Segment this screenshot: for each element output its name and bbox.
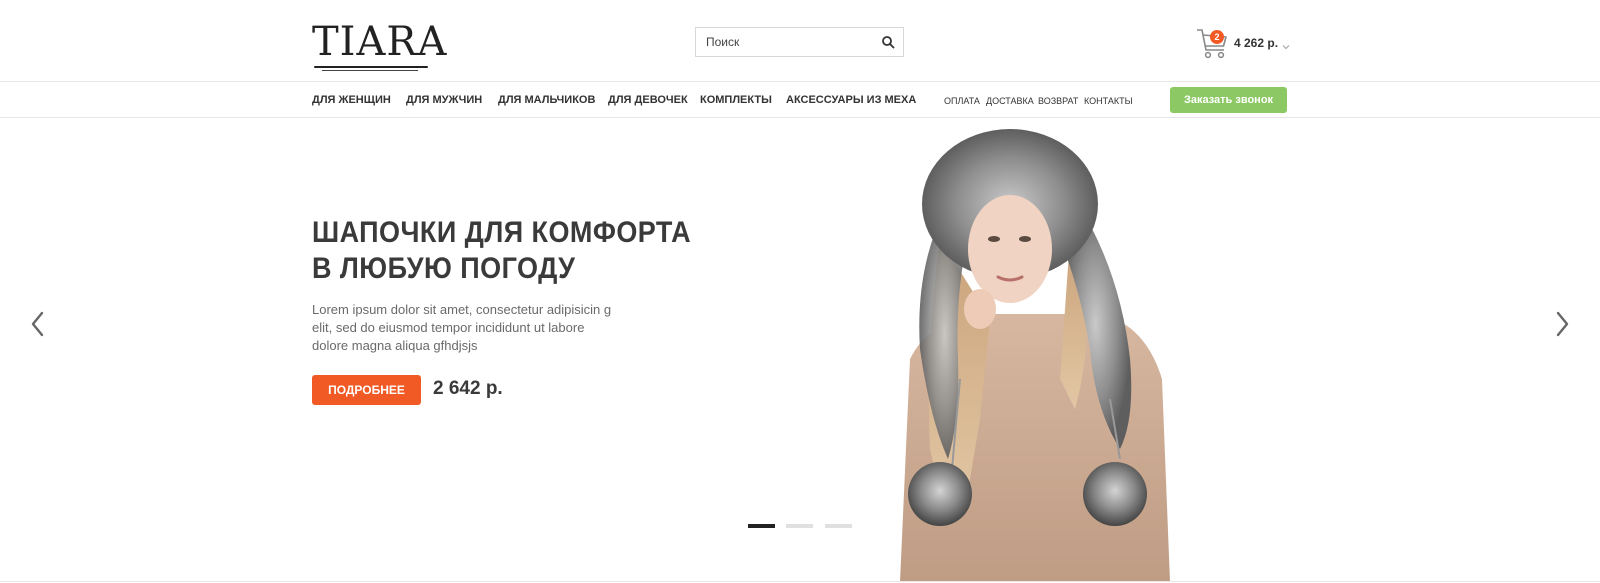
cart-button[interactable]: 2 4 262 р. [1196, 26, 1290, 60]
hero-image [870, 119, 1230, 582]
nav-item-women[interactable]: ДЛЯ ЖЕНЩИН [312, 94, 391, 106]
nav-item-girls[interactable]: ДЛЯ ДЕВОЧЕК [608, 94, 688, 106]
nav-link-payment[interactable]: ОПЛАТА [944, 96, 980, 106]
nav-link-contacts[interactable]: КОНТАКТЫ [1084, 96, 1133, 106]
slide-title: ШАПОЧКИ ДЛЯ КОМФОРТА В ЛЮБУЮ ПОГОДУ [312, 215, 691, 287]
slider-dot[interactable] [825, 524, 852, 528]
search-input[interactable] [696, 28, 866, 56]
slide-description: Lorem ipsum dolor sit amet, consectetur … [312, 302, 612, 353]
site-header: TIARA 2 4 262 р. [0, 0, 1600, 82]
callback-button[interactable]: Заказать звонок [1170, 87, 1287, 113]
divider [0, 581, 1600, 582]
cart-total: 4 262 р. [1234, 36, 1279, 50]
nav-item-boys[interactable]: ДЛЯ МАЛЬЧИКОВ [498, 94, 595, 106]
cart-count-badge: 2 [1210, 30, 1224, 44]
hero-slider: ШАПОЧКИ ДЛЯ КОМФОРТА В ЛЮБУЮ ПОГОДУ Lore… [0, 119, 1600, 582]
nav-item-sets[interactable]: КОМПЛЕКТЫ [700, 94, 772, 106]
slider-dot[interactable] [748, 524, 775, 528]
logo-underline [314, 66, 428, 68]
nav-link-returns[interactable]: ВОЗВРАТ [1038, 96, 1078, 106]
search-icon[interactable] [881, 35, 895, 49]
slide-title-line-1: ШАПОЧКИ ДЛЯ КОМФОРТА [312, 216, 692, 249]
logo-underline-thin [322, 70, 418, 71]
slide-title-line-2: В ЛЮБУЮ ПОГОДУ [312, 252, 576, 285]
search-box [695, 27, 904, 57]
slider-dot[interactable] [786, 524, 813, 528]
more-button[interactable]: ПОДРОБНЕЕ [312, 375, 421, 405]
arrow-right-icon[interactable] [1552, 309, 1572, 339]
arrow-left-icon[interactable] [28, 309, 48, 339]
chevron-down-icon [1282, 38, 1290, 50]
slide-price: 2 642 р. [433, 378, 503, 399]
nav-item-men[interactable]: ДЛЯ МУЖЧИН [406, 94, 482, 106]
nav-item-fur-accessories[interactable]: АКСЕССУАРЫ ИЗ МЕХА [786, 94, 916, 106]
logo[interactable]: TIARA [312, 16, 446, 71]
logo-text: TIARA [312, 19, 448, 65]
nav-link-delivery[interactable]: ДОСТАВКА [986, 96, 1034, 106]
main-nav: ДЛЯ ЖЕНЩИН ДЛЯ МУЖЧИН ДЛЯ МАЛЬЧИКОВ ДЛЯ … [0, 82, 1600, 118]
